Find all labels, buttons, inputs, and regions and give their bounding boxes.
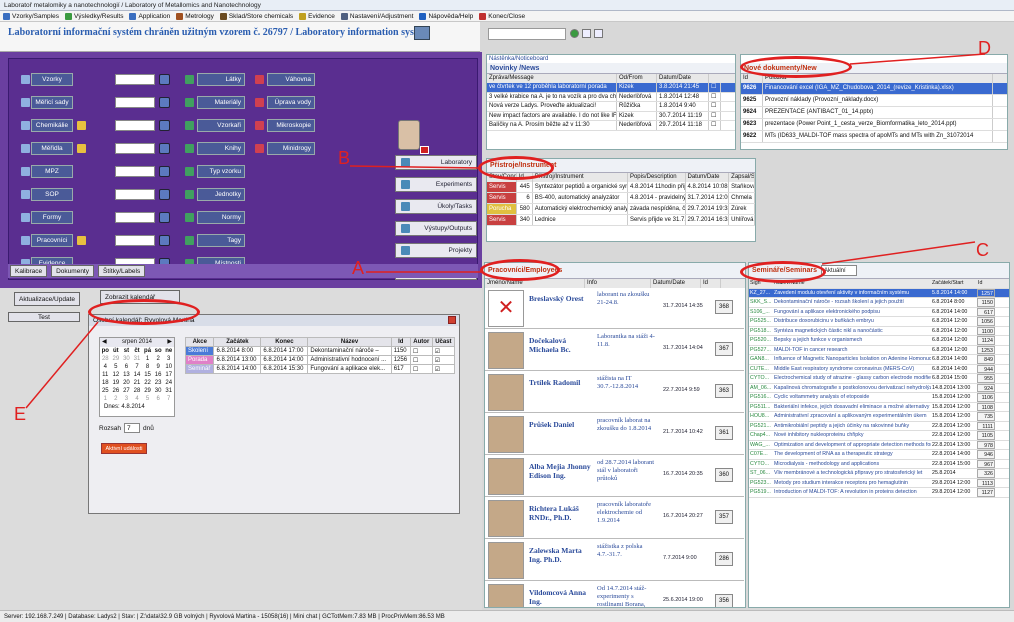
annotation-letter-c: C bbox=[976, 240, 989, 260]
annotation-letter-e: E bbox=[14, 404, 27, 424]
annotation-lines bbox=[25, 53, 986, 409]
status-bar: Server: 192.168.7.249 | Database: Ladys2… bbox=[0, 610, 1014, 622]
annotation-letter-d: D bbox=[978, 38, 991, 58]
annotation-letter-b: B bbox=[338, 148, 351, 168]
annotation-letter-a: A bbox=[352, 258, 365, 278]
